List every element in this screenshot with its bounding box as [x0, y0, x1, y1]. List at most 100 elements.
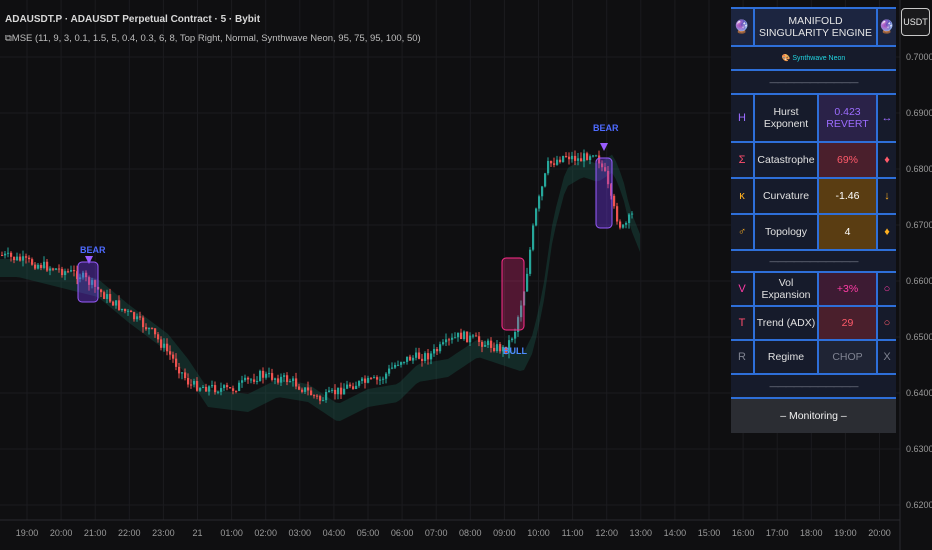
candle-body: [385, 373, 388, 379]
candle-body: [400, 362, 403, 365]
metric-value: 0.423 REVERT: [819, 95, 876, 141]
candle-body: [463, 331, 466, 340]
indicator-legend[interactable]: ⧉MSE (11, 9, 3, 0.1, 1.5, 5, 0.4, 0.3, 6…: [5, 33, 421, 44]
candle-body: [577, 158, 580, 161]
candle-body: [544, 173, 547, 187]
candle-body: [166, 343, 169, 352]
candle-body: [292, 378, 295, 382]
candle-body: [247, 377, 250, 380]
metric-value: CHOP: [819, 341, 876, 373]
candle-body: [253, 379, 256, 382]
metric-icon: Σ: [738, 154, 746, 166]
candle-body: [289, 381, 292, 383]
candle-body: [448, 339, 451, 341]
candle-body: [421, 358, 424, 361]
candle-body: [364, 378, 367, 383]
candle-body: [181, 372, 184, 374]
candle-body: [514, 332, 517, 339]
time-axis-label: 21:00: [83, 528, 107, 538]
candle-body: [466, 331, 469, 343]
candle-body: [112, 301, 115, 306]
candle-body: [538, 196, 541, 209]
time-axis-label: 06:00: [390, 528, 414, 538]
candle-body: [412, 357, 415, 361]
candle-body: [595, 155, 598, 157]
candle-body: [535, 208, 538, 226]
candle-body: [202, 386, 205, 389]
metric-icon: κ: [739, 190, 745, 202]
candle-body: [619, 221, 622, 228]
candle-body: [334, 389, 337, 395]
bear-zone: [77, 261, 99, 303]
candle-body: [370, 377, 373, 379]
symbol-title[interactable]: ADAUSDT.P · ADAUSDT Perpetual Contract ·…: [5, 14, 260, 25]
candle-body: [73, 270, 76, 272]
candle-body: [481, 341, 484, 347]
divider-row: ———————————: [731, 375, 896, 397]
candle-body: [532, 225, 535, 250]
candle-body: [436, 349, 439, 352]
candle-body: [235, 390, 238, 392]
candle-body: [433, 349, 436, 354]
metric-status-icon: ↓: [884, 190, 890, 202]
candle-body: [160, 339, 163, 348]
candle-body: [571, 155, 574, 160]
candle-body: [133, 312, 136, 320]
time-axis-label: 23:00: [152, 528, 175, 538]
candle-body: [490, 340, 493, 348]
currency-badge[interactable]: USDT: [901, 8, 930, 36]
candle-body: [487, 340, 490, 345]
candle-body: [592, 155, 595, 157]
candle-body: [1, 255, 4, 256]
time-axis-label: 04:00: [322, 528, 346, 538]
candle-body: [103, 292, 106, 299]
metric-value-text: 69%: [836, 154, 858, 166]
candle-body: [184, 372, 187, 379]
time-axis-label: 05:00: [356, 528, 380, 538]
candle-body: [121, 308, 124, 311]
candle-body: [190, 384, 193, 386]
candle-body: [304, 387, 307, 392]
metric-status-icon: ↔: [881, 112, 893, 124]
candle-body: [271, 373, 274, 380]
candle-body: [613, 195, 616, 207]
candle-body: [268, 373, 271, 375]
candle-body: [454, 337, 457, 339]
candle-body: [343, 388, 346, 395]
candle-body: [67, 271, 70, 273]
time-axis-label: 07:00: [424, 528, 448, 538]
candle-body: [313, 395, 316, 397]
price-axis-label: 0.6200: [906, 500, 932, 510]
candle-body: [526, 273, 529, 292]
metric-name: Hurst Exponent: [763, 106, 809, 130]
manifold-dashboard: 🔮 MANIFOLD SINGULARITY ENGINE 🔮 🎨 Synthw…: [731, 7, 896, 433]
candle-body: [154, 328, 157, 335]
metric-status-icon: ○: [883, 283, 891, 295]
candle-body: [622, 224, 625, 228]
candle-body: [445, 339, 448, 343]
time-axis-label: 13:00: [629, 528, 653, 538]
candle-body: [10, 252, 13, 257]
metric-row: T Trend (ADX) 29 ○: [731, 307, 896, 339]
time-axis-label: 10:00: [527, 528, 550, 538]
candle-body: [541, 186, 544, 197]
metric-value: 69%: [819, 143, 876, 177]
candle-body: [37, 264, 40, 269]
candle-body: [214, 385, 217, 393]
metric-icon: T: [738, 317, 746, 329]
candle-body: [43, 261, 46, 268]
price-axis-label: 0.6700: [906, 220, 932, 230]
bear-zone: [595, 157, 613, 229]
time-axis-label: 12:00: [595, 528, 618, 538]
candle-body: [106, 294, 109, 299]
candle-body: [118, 300, 121, 311]
candle-body: [451, 337, 454, 340]
candle-body: [100, 289, 103, 293]
time-axis-label: 19:00: [15, 528, 39, 538]
candle-body: [418, 352, 421, 359]
candle-body: [142, 317, 145, 328]
candle-body: [280, 376, 283, 383]
candle-body: [220, 388, 223, 392]
metric-value-text: 29: [841, 317, 854, 329]
candle-body: [265, 373, 268, 378]
